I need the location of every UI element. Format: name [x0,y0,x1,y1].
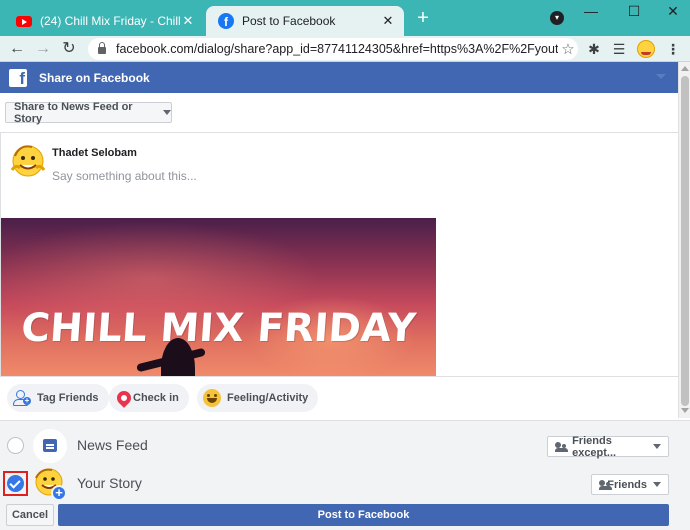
scroll-down-arrow-icon[interactable] [681,408,689,413]
url-text[interactable]: facebook.com/dialog/share?app_id=8774112… [116,42,558,56]
scrollbar-thumb[interactable] [681,76,689,406]
facebook-icon: f [218,13,234,29]
lock-icon[interactable] [98,42,106,54]
reload-icon[interactable]: ↻ [58,38,80,60]
tag-friends-button[interactable]: + Tag Friends [7,384,109,412]
scrollbar[interactable] [678,62,690,418]
preview-title: CHILL MIX FRIDAY [19,306,418,351]
friends-icon [555,441,569,452]
post-to-facebook-button[interactable]: Post to Facebook [58,504,669,526]
news-feed-icon [33,429,67,463]
header-caret-icon [656,74,666,79]
cancel-button[interactable]: Cancel [6,504,54,526]
youtube-icon [16,15,32,27]
extensions-icon[interactable]: ✱ [583,38,605,60]
close-window-button[interactable]: ✕ [658,2,688,20]
tag-friends-icon: + [13,389,31,407]
add-story-icon: + [51,485,67,501]
menu-icon[interactable]: ⋮ [662,38,684,60]
chevron-down-icon [653,482,661,487]
action-label: Tag Friends [37,392,99,404]
author-name: Thadet Selobam [52,147,137,159]
dialog-footer: Cancel Post to Facebook [0,502,690,530]
profile-avatar[interactable] [637,40,655,58]
location-pin-icon [114,388,134,408]
dialog-title: Share on Facebook [39,70,150,85]
composer-actions: + Tag Friends Check in Feeling/Activity [0,376,678,420]
avatar [10,145,46,177]
destination-label: News Feed [77,437,148,453]
destination-label: Your Story [77,475,142,491]
back-icon[interactable]: ← [6,38,28,60]
dialog-header: f Share on Facebook [0,62,678,93]
action-label: Feeling/Activity [227,392,309,404]
check-in-button[interactable]: Check in [109,384,189,412]
maximize-button[interactable]: ☐ [619,2,649,20]
destination-row-your-story[interactable]: + Your Story Friends [0,465,690,503]
link-preview-image: CHILL MIX FRIDAY [1,218,436,376]
divider [0,132,678,133]
new-tab-button[interactable]: + [412,8,434,30]
share-target-label: Share to News Feed or Story [14,100,133,125]
destination-row-news-feed[interactable]: News Feed Friends except... [0,427,690,465]
scroll-up-arrow-icon[interactable] [681,66,689,71]
news-feed-privacy-dropdown[interactable]: Friends except... [547,434,669,459]
share-target-dropdown[interactable]: Share to News Feed or Story [5,100,172,125]
privacy-label: Friends except... [572,434,617,459]
friends-icon [599,479,614,490]
close-icon[interactable]: ✕ [180,13,196,29]
privacy-label: Friends [607,478,647,491]
reading-list-icon[interactable]: ☰ [608,38,630,60]
star-icon[interactable]: ☆ [558,40,578,58]
tab-title: Post to Facebook [242,14,336,28]
tab-post-to-facebook[interactable]: f Post to Facebook ✕ [206,6,404,36]
browser-toolbar: ← → ↻ facebook.com/dialog/share?app_id=8… [0,36,690,62]
your-story-privacy-dropdown[interactable]: Friends [591,474,669,495]
smiley-icon [203,389,221,407]
news-feed-radio[interactable] [7,437,24,454]
minimize-button[interactable]: — [576,2,606,20]
feeling-activity-button[interactable]: Feeling/Activity [197,384,319,412]
chevron-down-icon [163,110,171,115]
tab-search-icon[interactable]: ▾ [550,11,564,25]
action-label: Check in [133,392,179,404]
forward-icon[interactable]: → [32,38,54,60]
facebook-logo-icon: f [9,68,27,87]
composer-input[interactable] [52,167,652,185]
highlight-box [3,471,28,496]
address-bar[interactable]: facebook.com/dialog/share?app_id=8774112… [88,38,578,60]
tab-youtube[interactable]: (24) Chill Mix Friday - Chill mix - ✕ [4,6,204,36]
chevron-down-icon [653,444,661,449]
tab-strip: (24) Chill Mix Friday - Chill mix - ✕ f … [0,0,690,36]
tab-title: (24) Chill Mix Friday - Chill mix - [40,14,180,28]
close-icon[interactable]: ✕ [380,13,396,29]
